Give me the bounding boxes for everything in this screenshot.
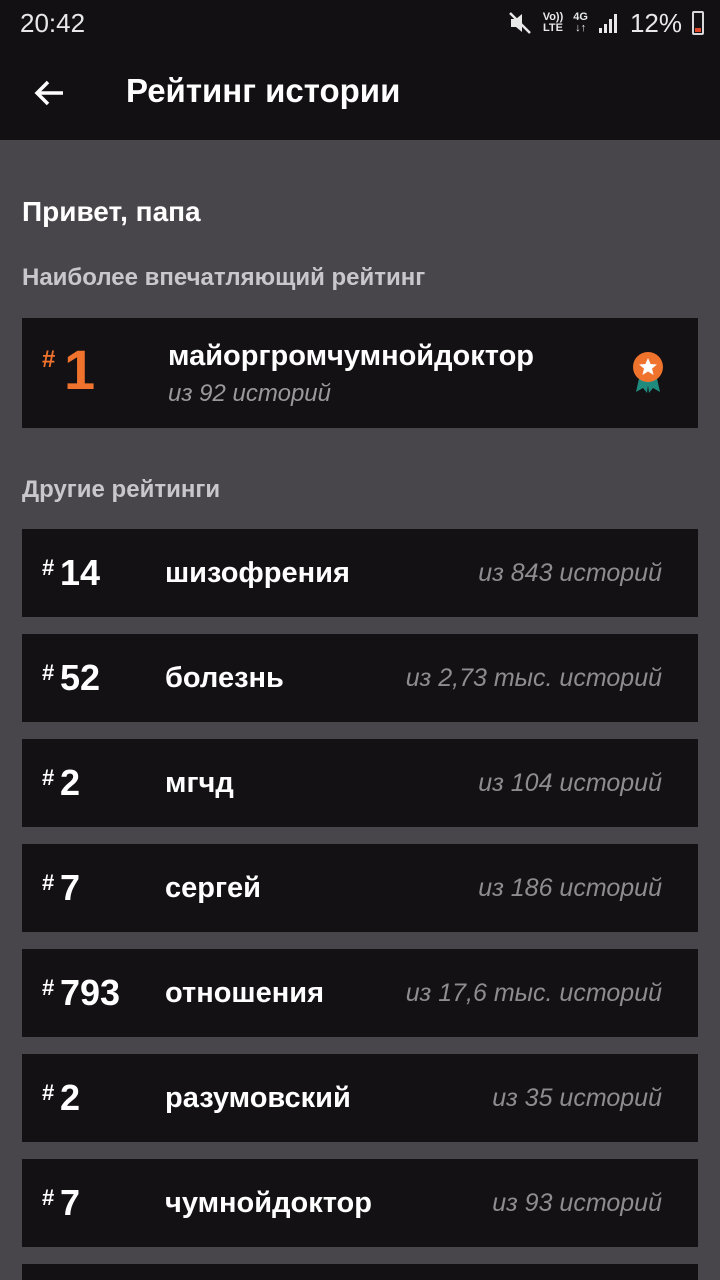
story-count: из 2,73 тыс. историй xyxy=(405,664,662,692)
signal-icon xyxy=(598,14,617,33)
rank-hash: # xyxy=(42,1185,55,1210)
featured-ranking-card[interactable]: # 1 майоргромчумнойдоктор из 92 историй xyxy=(22,318,698,428)
battery-icon xyxy=(692,11,704,35)
status-bar: 20:42 Vo)) LTE 4G ↓↑ 12% xyxy=(0,0,720,46)
greeting-text: Привет, папа xyxy=(22,196,201,227)
story-count: из 35 историй xyxy=(492,1084,662,1112)
ranking-row[interactable]: # 2 мгчд из 104 историй xyxy=(22,739,698,827)
rank-hash: # xyxy=(42,1080,55,1105)
rank-number: 7 xyxy=(60,1182,81,1223)
rank-number: 7 xyxy=(60,867,81,908)
ranking-row[interactable]: # 2 разумовский из 35 историй xyxy=(22,1054,698,1142)
story-count: из 17,6 тыс. историй xyxy=(405,979,662,1007)
tag-name: сергей xyxy=(165,872,262,904)
rank-hash: # xyxy=(42,765,55,790)
volte-icon: Vo)) LTE xyxy=(542,11,564,34)
ranking-row[interactable]: # 7 чумнойдоктор из 93 историй xyxy=(22,1159,698,1247)
rank-number: 52 xyxy=(60,657,101,698)
rank-number: 793 xyxy=(60,972,121,1013)
back-button[interactable] xyxy=(24,68,74,118)
story-count: из 93 историй xyxy=(492,1189,662,1217)
tag-name: шизофрения xyxy=(165,557,350,589)
rank-number: 1 xyxy=(64,338,96,401)
battery-percent: 12% xyxy=(629,7,682,38)
arrow-left-icon xyxy=(34,80,63,106)
ranking-row-partial[interactable] xyxy=(22,1264,698,1280)
story-count: из 843 историй xyxy=(478,559,662,587)
award-ribbon-icon xyxy=(633,352,663,393)
rank-number: 2 xyxy=(60,762,81,803)
tag-name: отношения xyxy=(165,977,324,1009)
story-count: из 104 историй xyxy=(478,769,662,797)
rank-number: 14 xyxy=(60,552,101,593)
ranking-row[interactable]: # 14 шизофрения из 843 историй xyxy=(22,529,698,617)
story-count: из 186 историй xyxy=(478,874,662,902)
rank-hash: # xyxy=(42,660,55,685)
tag-name: мгчд xyxy=(165,767,234,799)
tag-name: чумнойдоктор xyxy=(165,1187,372,1219)
featured-section-label: Наиболее впечатляющий рейтинг xyxy=(22,264,426,291)
tag-name: разумовский xyxy=(165,1082,351,1114)
rank-hash: # xyxy=(42,555,55,580)
ranking-row[interactable]: # 52 болезнь из 2,73 тыс. историй xyxy=(22,634,698,722)
story-count: из 92 историй xyxy=(168,380,331,407)
app-bar: Рейтинг истории xyxy=(0,46,720,140)
rank-hash: # xyxy=(42,346,56,373)
ranking-row[interactable]: # 7 сергей из 186 историй xyxy=(22,844,698,932)
rank-number: 2 xyxy=(60,1077,81,1118)
tag-name: майоргромчумнойдоктор xyxy=(168,340,535,372)
rank-hash: # xyxy=(42,975,55,1000)
page-title: Рейтинг истории xyxy=(126,72,401,109)
mute-icon xyxy=(508,12,531,34)
4g-icon: 4G ↓↑ xyxy=(573,11,588,34)
status-icons: Vo)) LTE 4G ↓↑ 12% xyxy=(507,8,704,38)
ranking-row[interactable]: # 793 отношения из 17,6 тыс. историй xyxy=(22,949,698,1037)
status-time: 20:42 xyxy=(20,8,86,38)
other-section-label: Другие рейтинги xyxy=(22,476,221,503)
rank-hash: # xyxy=(42,870,55,895)
tag-name: болезнь xyxy=(165,662,284,694)
